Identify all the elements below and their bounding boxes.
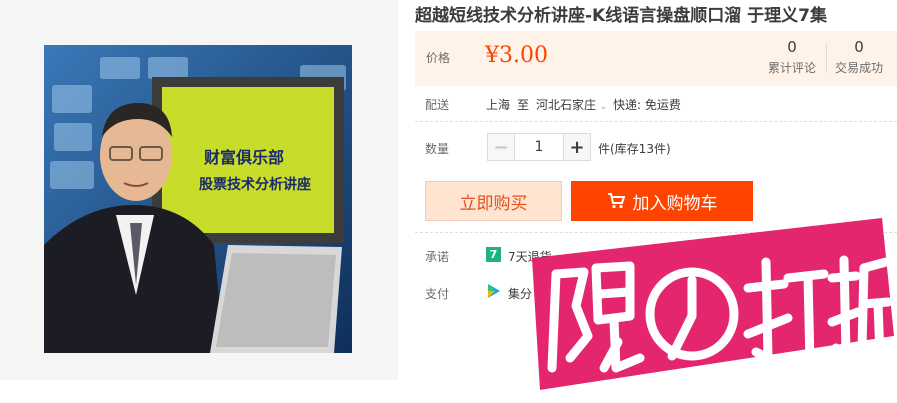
price-box: 价格 ¥3.00 0 累计评论 0 交易成功 xyxy=(415,31,897,86)
buy-now-label: 立即购买 xyxy=(459,193,528,214)
quantity-stock: 件(库存13件) xyxy=(598,142,671,156)
price-value: ¥3.00 xyxy=(485,43,548,68)
chevron-down-icon: ⌄ xyxy=(599,102,608,112)
product-title: 超越短线技术分析讲座-K线语言操盘顺口溜 于理义7集 xyxy=(415,6,827,26)
shipping-destination: 河北石家庄 xyxy=(536,98,597,112)
quantity-label: 数量 xyxy=(425,142,450,156)
seven-day-return-icon: 7 xyxy=(486,247,501,262)
board-text-1: 财富俱乐部 xyxy=(203,148,284,167)
add-to-cart-button[interactable]: 加入购物车 xyxy=(571,181,753,221)
quantity-stepper: − 1 + xyxy=(487,133,591,161)
product-gallery: 财富俱乐部 股票技术分析讲座 xyxy=(0,0,398,380)
product-photo: 财富俱乐部 股票技术分析讲座 xyxy=(44,45,352,353)
payment-label: 支付 xyxy=(425,287,450,301)
shipping-origin: 上海 xyxy=(486,98,511,112)
price-label: 价格 xyxy=(426,51,451,65)
sales-stat[interactable]: 0 交易成功 xyxy=(835,38,883,76)
shipping-destination-select[interactable]: 河北石家庄 ⌄ xyxy=(536,96,607,113)
jifenbao-icon xyxy=(488,284,500,298)
cart-icon xyxy=(607,193,625,209)
sales-label: 交易成功 xyxy=(835,61,884,75)
add-to-cart-label: 加入购物车 xyxy=(632,193,718,214)
quantity-minus-button[interactable]: − xyxy=(487,133,515,161)
board-text-2: 股票技术分析讲座 xyxy=(199,176,311,193)
shipping-label: 配送 xyxy=(425,98,450,112)
promo-badge xyxy=(532,218,897,403)
stat-divider xyxy=(826,43,827,73)
shipping-to: 至 xyxy=(517,98,530,112)
promise-label: 承诺 xyxy=(425,250,450,264)
product-image[interactable]: 财富俱乐部 股票技术分析讲座 xyxy=(44,45,352,353)
sales-count: 0 xyxy=(854,38,864,56)
divider xyxy=(415,121,897,122)
reviews-label: 累计评论 xyxy=(768,61,817,75)
reviews-count: 0 xyxy=(787,38,797,56)
quantity-plus-button[interactable]: + xyxy=(563,133,591,161)
shipping-express: 快递: 免运费 xyxy=(613,98,681,112)
reviews-stat[interactable]: 0 累计评论 xyxy=(768,38,816,76)
buy-now-button[interactable]: 立即购买 xyxy=(425,181,562,221)
quantity-input[interactable]: 1 xyxy=(515,133,563,161)
